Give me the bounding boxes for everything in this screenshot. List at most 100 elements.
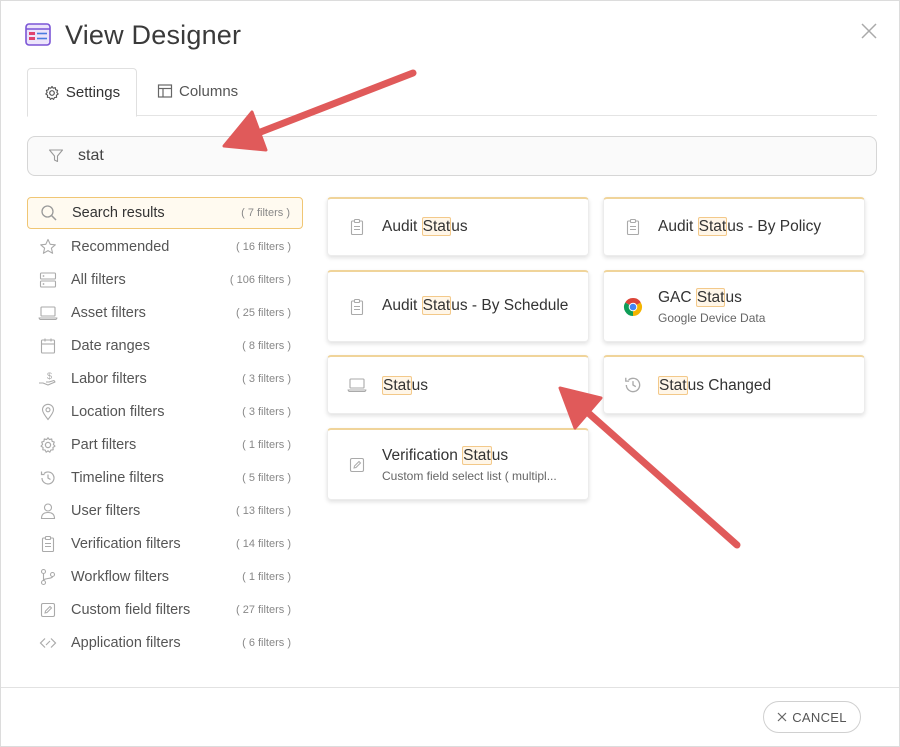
filter-result-card[interactable]: GAC Status Google Device Data bbox=[603, 270, 865, 342]
search-match-highlight: Stat bbox=[421, 217, 452, 236]
filter-result-card[interactable]: Audit Status - By Schedule bbox=[327, 270, 589, 342]
filter-count: ( 106 filters ) bbox=[229, 273, 291, 286]
sidebar-item-location-filters[interactable]: Location filters ( 3 filters ) bbox=[27, 395, 303, 428]
sidebar-item-all-filters[interactable]: All filters ( 106 filters ) bbox=[27, 263, 303, 296]
sidebar-item-label: Custom field filters bbox=[71, 601, 191, 618]
search-match-highlight: Stat bbox=[695, 288, 726, 307]
filter-name: Status Changed bbox=[658, 376, 772, 395]
sidebar-item-user-filters[interactable]: User filters ( 13 filters ) bbox=[27, 494, 303, 527]
gear-icon bbox=[45, 85, 59, 100]
dialog-header: View Designer bbox=[25, 15, 241, 55]
filter-count: ( 13 filters ) bbox=[235, 504, 291, 517]
sidebar-item-label: Asset filters bbox=[71, 304, 146, 321]
sidebar-item-part-filters[interactable]: Part filters ( 1 filters ) bbox=[27, 428, 303, 461]
search-match-highlight: Stat bbox=[421, 296, 452, 315]
filter-count: ( 3 filters ) bbox=[242, 405, 291, 418]
filter-count: ( 14 filters ) bbox=[235, 537, 291, 550]
filter-description: Custom field select list ( multipl... bbox=[382, 469, 557, 483]
sidebar-item-custom-field-filters[interactable]: Custom field filters ( 27 filters ) bbox=[27, 593, 303, 626]
clipboard-icon bbox=[626, 218, 640, 236]
gear-icon bbox=[40, 436, 56, 453]
edit-field-icon bbox=[40, 602, 56, 617]
dialog-title: View Designer bbox=[65, 19, 242, 50]
tab-settings-label: Settings bbox=[65, 84, 121, 101]
sidebar-item-search-results[interactable]: Search results ( 7 filters ) bbox=[27, 197, 303, 229]
tab-columns[interactable]: Columns bbox=[157, 68, 238, 114]
search-match-highlight: Stat bbox=[658, 376, 688, 395]
filter-result-card[interactable]: Audit Status - By Policy bbox=[603, 197, 865, 256]
sidebar-item-asset-filters[interactable]: Asset filters ( 25 filters ) bbox=[27, 296, 303, 329]
filter-result-card[interactable]: Status Changed bbox=[603, 355, 865, 414]
workflow-branch-icon bbox=[40, 568, 56, 585]
clipboard-icon bbox=[350, 218, 364, 236]
application-code-icon bbox=[39, 637, 57, 648]
sidebar-item-labor-filters[interactable]: $ Labor filters ( 3 filters ) bbox=[27, 362, 303, 395]
close-icon[interactable] bbox=[859, 21, 879, 41]
sidebar-item-label: Date ranges bbox=[71, 337, 150, 354]
calendar-icon bbox=[40, 338, 56, 354]
filter-icon bbox=[48, 149, 64, 163]
edit-field-icon bbox=[349, 457, 365, 473]
sidebar-item-verification-filters[interactable]: Verification filters ( 14 filters ) bbox=[27, 527, 303, 560]
filter-count: ( 27 filters ) bbox=[235, 603, 291, 616]
sidebar-item-label: All filters bbox=[71, 271, 126, 288]
clipboard-icon bbox=[350, 298, 364, 316]
view-designer-logo-icon bbox=[25, 23, 51, 46]
filter-result-card[interactable]: Verification Status Custom field select … bbox=[327, 428, 589, 500]
search-match-highlight: Stat bbox=[697, 217, 728, 236]
laptop-icon bbox=[347, 378, 367, 393]
filter-count: ( 1 filters ) bbox=[242, 438, 291, 451]
sidebar-item-label: Timeline filters bbox=[71, 469, 164, 486]
filter-category-sidebar: Search results ( 7 filters ) Recommended… bbox=[27, 197, 303, 659]
filter-name: Audit Status bbox=[382, 217, 468, 236]
sidebar-item-application-filters[interactable]: Application filters ( 6 filters ) bbox=[27, 626, 303, 659]
filter-name: Verification Status bbox=[382, 446, 509, 465]
search-match-highlight: Stat bbox=[382, 376, 412, 395]
search-match-highlight: Stat bbox=[462, 446, 492, 465]
sidebar-item-label: Part filters bbox=[71, 436, 137, 453]
history-icon bbox=[625, 377, 641, 393]
filter-count: ( 1 filters ) bbox=[242, 570, 291, 583]
search-icon bbox=[41, 205, 57, 221]
filter-count: ( 3 filters ) bbox=[242, 372, 291, 385]
cancel-button-label: CANCEL bbox=[792, 709, 847, 725]
filter-count: ( 25 filters ) bbox=[235, 306, 291, 319]
filter-count: ( 7 filters ) bbox=[241, 207, 290, 219]
sidebar-item-date-ranges[interactable]: Date ranges ( 8 filters ) bbox=[27, 329, 303, 362]
star-icon bbox=[40, 238, 56, 254]
filter-name: Audit Status - By Policy bbox=[658, 217, 822, 236]
tab-settings[interactable]: Settings bbox=[27, 68, 137, 117]
sidebar-item-label: Recommended bbox=[71, 238, 170, 255]
sidebar-item-label: User filters bbox=[71, 502, 141, 519]
tab-columns-label: Columns bbox=[179, 82, 239, 100]
hand-money-icon: $ bbox=[39, 371, 56, 386]
tab-bar: Settings Columns bbox=[27, 68, 877, 117]
sidebar-item-label: Labor filters bbox=[71, 370, 147, 387]
view-designer-dialog: View Designer Settings Columns stat Sear… bbox=[0, 0, 900, 747]
sidebar-item-recommended[interactable]: Recommended ( 16 filters ) bbox=[27, 230, 303, 263]
location-pin-icon bbox=[41, 403, 55, 420]
sidebar-item-label: Search results bbox=[72, 205, 165, 221]
filter-count: ( 5 filters ) bbox=[242, 471, 291, 484]
filter-description: Google Device Data bbox=[658, 311, 766, 325]
filter-name: Audit Status - By Schedule bbox=[382, 296, 569, 315]
server-icon bbox=[39, 271, 57, 288]
filter-result-card[interactable]: Audit Status bbox=[327, 197, 589, 256]
sidebar-item-label: Verification filters bbox=[71, 535, 181, 552]
sidebar-item-label: Workflow filters bbox=[71, 568, 170, 585]
sidebar-item-workflow-filters[interactable]: Workflow filters ( 1 filters ) bbox=[27, 560, 303, 593]
chrome-icon bbox=[623, 297, 643, 316]
columns-icon bbox=[157, 84, 173, 98]
filter-search-input[interactable] bbox=[78, 147, 778, 165]
filter-count: ( 8 filters ) bbox=[242, 339, 291, 352]
footer-divider bbox=[1, 687, 899, 688]
cancel-button[interactable]: CANCEL bbox=[763, 701, 861, 733]
filter-name: GAC Status bbox=[658, 288, 742, 307]
close-icon bbox=[777, 712, 787, 722]
filter-search-box[interactable] bbox=[27, 136, 877, 176]
filter-result-card[interactable]: Status bbox=[327, 355, 589, 414]
user-icon bbox=[40, 502, 56, 519]
history-icon bbox=[40, 470, 55, 485]
sidebar-item-label: Location filters bbox=[71, 403, 165, 420]
sidebar-item-timeline-filters[interactable]: Timeline filters ( 5 filters ) bbox=[27, 461, 303, 494]
